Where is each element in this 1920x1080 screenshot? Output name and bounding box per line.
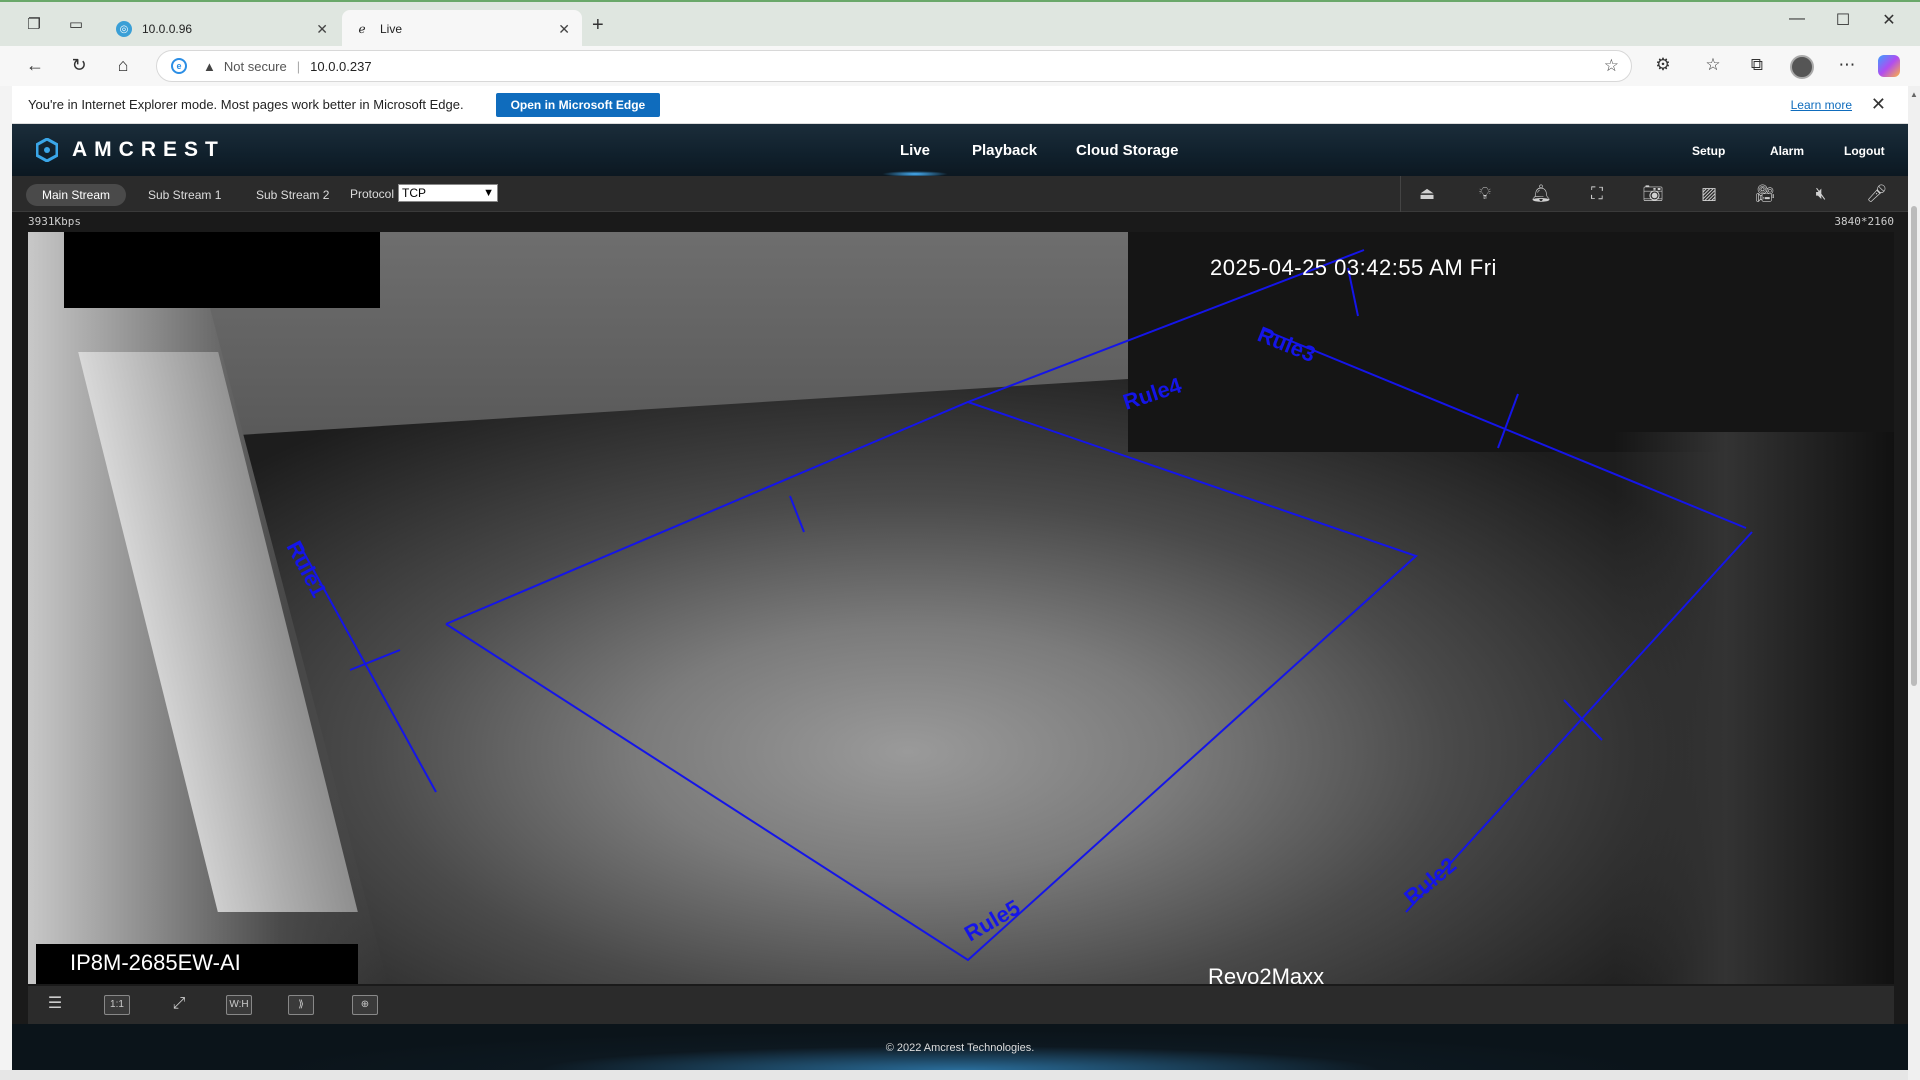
- live-video-feed[interactable]: Rule1 Rule2 Rule3 Rule4 Rule5 2025-04-25…: [28, 232, 1894, 984]
- protocol-label: Protocol: [350, 187, 395, 201]
- rule3-label: Rule3: [1254, 321, 1319, 367]
- sub-stream-2-button[interactable]: Sub Stream 2: [240, 184, 345, 206]
- amcrest-favicon-icon: ◎: [116, 21, 132, 37]
- fullscreen-icon[interactable]: ⤢: [166, 995, 192, 1015]
- protocol-value: TCP: [402, 186, 426, 200]
- alarm-bell-icon[interactable]: 🔔︎: [1528, 183, 1554, 205]
- live-toolbar: Main Stream Sub Stream 1 Sub Stream 2 Pr…: [12, 176, 1908, 212]
- tab-title: Live: [380, 22, 403, 36]
- setup-link[interactable]: Setup: [1692, 144, 1725, 158]
- ivs-rules-overlay: Rule1 Rule2 Rule3 Rule4 Rule5: [282, 249, 1753, 962]
- chevron-down-icon: ▼: [483, 187, 494, 199]
- home-icon[interactable]: ⌂: [110, 55, 136, 76]
- address-bar: ← ↻ ⌂ e ▲ Not secure | 10.0.0.237 ☆ ⚙ ☆ …: [0, 46, 1920, 86]
- osd-camera-model: IP8M-2685EW-AI: [70, 950, 241, 975]
- warning-icon: ▲: [203, 58, 216, 74]
- sub-stream-1-button[interactable]: Sub Stream 1: [132, 184, 237, 206]
- snapshot-camera-icon[interactable]: 📷︎: [1640, 183, 1666, 205]
- copyright-text: © 2022 Amcrest Technologies.: [885, 1042, 1035, 1054]
- rule3-direction-arrow: [1497, 393, 1519, 449]
- rule5-perimeter: [445, 400, 1418, 962]
- browser-titlebar: ❐ ▭ ◎ 10.0.0.96 ✕ ℯ Live ✕ + — ☐ ✕: [0, 0, 1920, 48]
- image-adjust-icon[interactable]: ☰: [42, 995, 68, 1015]
- ie-favicon-icon: ℯ: [358, 22, 366, 36]
- copilot-icon[interactable]: [1878, 55, 1900, 77]
- scroll-up-icon[interactable]: ▲: [1910, 90, 1918, 99]
- profile-avatar[interactable]: [1790, 55, 1814, 79]
- more-options-icon[interactable]: ⋯: [1834, 55, 1860, 75]
- nav-cloud-storage[interactable]: Cloud Storage: [1076, 142, 1179, 159]
- tab-actions-icon[interactable]: ▭: [64, 12, 88, 36]
- url-text[interactable]: 10.0.0.237: [310, 59, 371, 74]
- ivs-rules-toggle-icon[interactable]: ⊕: [352, 995, 378, 1015]
- rule2-line: [1405, 531, 1753, 913]
- amcrest-logo-icon: [36, 138, 58, 162]
- light-bulb-icon[interactable]: 💡︎: [1472, 183, 1498, 205]
- rule1-label: Rule1: [282, 537, 332, 602]
- maximize-icon[interactable]: ☐: [1820, 10, 1866, 30]
- fluency-icon[interactable]: ⟫: [288, 995, 314, 1015]
- page-scrollbar[interactable]: ▲: [1908, 86, 1920, 1080]
- tab-close-icon[interactable]: ✕: [316, 21, 328, 38]
- osd-channel-name: Revo2Maxx: [1208, 964, 1325, 984]
- resolution-readout: 3840*2160: [1834, 215, 1894, 228]
- siren-icon[interactable]: ⏏: [1414, 183, 1440, 205]
- scrollbar-thumb[interactable]: [1911, 206, 1917, 686]
- record-video-icon[interactable]: 🎥︎: [1752, 183, 1778, 205]
- close-window-icon[interactable]: ✕: [1866, 10, 1912, 30]
- image-icon[interactable]: ▨: [1696, 183, 1722, 205]
- ie-mode-message: You're in Internet Explorer mode. Most p…: [28, 97, 464, 112]
- logo-text: AMCREST: [72, 138, 225, 161]
- open-in-edge-button[interactable]: Open in Microsoft Edge: [495, 92, 661, 117]
- amcrest-logo: AMCREST: [36, 138, 225, 162]
- url-separator: |: [296, 58, 301, 74]
- rule2-direction-arrow: [1563, 699, 1603, 741]
- workspaces-icon[interactable]: ❐: [22, 12, 46, 36]
- amcrest-web-app: AMCREST Live Playback Cloud Storage Setu…: [12, 124, 1908, 1070]
- tab-live[interactable]: ℯ Live ✕: [342, 10, 582, 48]
- protocol-select[interactable]: TCP ▼: [398, 184, 498, 202]
- video-bottom-bar: ☰ 1:1 ⤢ W:H ⟫ ⊕: [28, 986, 1894, 1024]
- back-icon[interactable]: ←: [22, 55, 48, 76]
- tab-10-0-0-96[interactable]: ◎ 10.0.0.96 ✕: [104, 10, 340, 48]
- aspect-ratio-button[interactable]: W:H: [226, 995, 252, 1015]
- tab-title: 10.0.0.96: [142, 22, 193, 36]
- refresh-icon[interactable]: ↻: [66, 55, 92, 76]
- rule4-label: Rule4: [1120, 372, 1185, 415]
- rule5-direction-arrow: [789, 495, 805, 533]
- favorites-icon[interactable]: ☆: [1700, 55, 1726, 75]
- collections-icon[interactable]: ⧉: [1744, 55, 1770, 75]
- bitrate-readout: 3931Kbps: [28, 215, 81, 228]
- microphone-icon[interactable]: 🎤︎: [1864, 183, 1890, 205]
- rule2-label: Rule2: [1399, 852, 1461, 910]
- new-tab-icon[interactable]: +: [592, 14, 604, 37]
- alarm-link[interactable]: Alarm: [1770, 144, 1804, 158]
- learn-more-link[interactable]: Learn more: [1791, 98, 1852, 112]
- app-header: AMCREST Live Playback Cloud Storage Setu…: [12, 124, 1908, 177]
- extensions-icon[interactable]: ⚙: [1650, 55, 1676, 75]
- mute-speaker-icon[interactable]: 🔇︎: [1808, 183, 1834, 205]
- osd-timestamp: 2025-04-25 03:42:55 AM Fri: [1210, 255, 1497, 280]
- rule1-direction-arrow: [349, 649, 401, 671]
- nav-live[interactable]: Live: [881, 142, 949, 177]
- tab-close-icon[interactable]: ✕: [558, 21, 570, 38]
- minimize-icon[interactable]: —: [1774, 10, 1820, 28]
- app-footer: © 2022 Amcrest Technologies.: [12, 1024, 1908, 1070]
- page-bottom-strip: [0, 1070, 1908, 1080]
- original-size-button[interactable]: 1:1: [104, 995, 130, 1015]
- main-stream-button[interactable]: Main Stream: [26, 184, 127, 206]
- toolbar-divider: [1400, 176, 1401, 212]
- ie-mode-icon[interactable]: e: [171, 58, 187, 74]
- ie-mode-infobar: You're in Internet Explorer mode. Most p…: [12, 86, 1908, 124]
- close-infobar-icon[interactable]: ✕: [1871, 94, 1886, 115]
- url-box[interactable]: e ▲ Not secure | 10.0.0.237 ☆: [156, 50, 1632, 82]
- not-secure-label[interactable]: Not secure: [224, 59, 287, 74]
- favorite-star-icon[interactable]: ☆: [1604, 56, 1619, 76]
- nav-playback[interactable]: Playback: [972, 142, 1037, 159]
- region-zoom-icon[interactable]: ⛶: [1584, 183, 1610, 205]
- logout-link[interactable]: Logout: [1844, 144, 1885, 158]
